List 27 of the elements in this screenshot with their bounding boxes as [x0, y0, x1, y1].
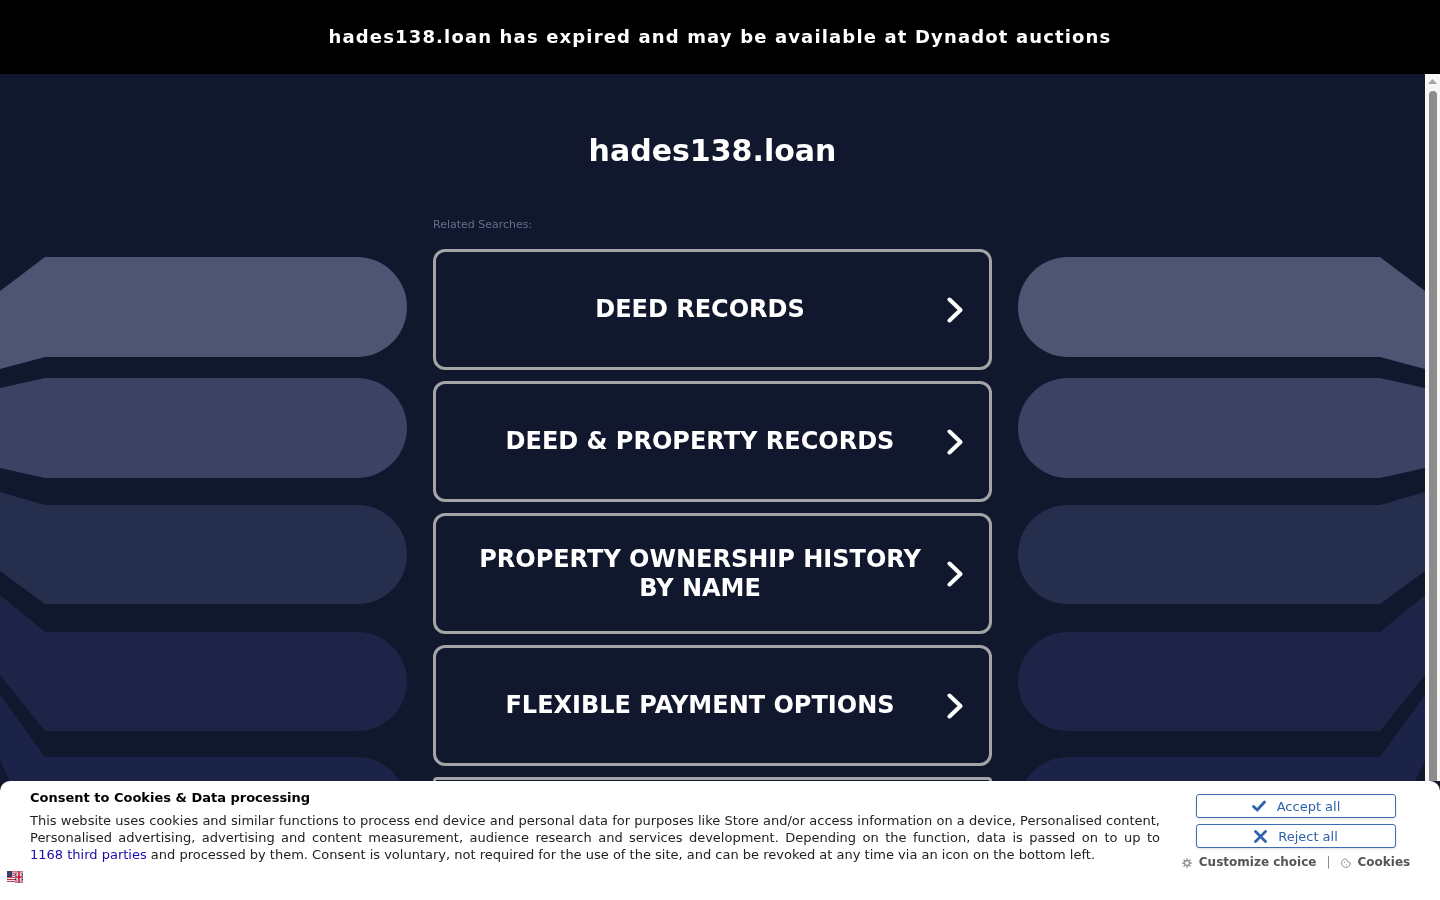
- search-link[interactable]: PROPERTY OWNERSHIP HISTORY BY NAME: [433, 513, 992, 634]
- third-parties-link[interactable]: 1168 third parties: [30, 847, 147, 862]
- link-separator: |: [1326, 854, 1331, 871]
- check-icon: [1251, 800, 1266, 812]
- banner-text: hades138.loan has expired and may be available at Dynadot auctions: [328, 26, 1112, 48]
- gear-icon: [1181, 857, 1192, 868]
- related-searches-label: Related Searches:: [433, 218, 533, 232]
- cookies-link[interactable]: Cookies: [1357, 854, 1411, 871]
- scrollbar-thumb[interactable]: [1428, 91, 1437, 781]
- scrollbar[interactable]: [1425, 74, 1440, 781]
- chevron-right-icon: [947, 692, 963, 719]
- search-link[interactable]: DEED RECORDS: [433, 249, 992, 370]
- flag-icon[interactable]: [7, 871, 23, 883]
- accept-all-button[interactable]: Accept all: [1196, 794, 1396, 818]
- consent-title: Consent to Cookies & Data processing: [30, 789, 312, 806]
- search-link[interactable]: FLEXIBLE PAYMENT OPTIONS: [433, 645, 992, 766]
- search-link[interactable]: DEED & PROPERTY RECORDS: [433, 381, 992, 502]
- chevron-right-icon: [947, 560, 963, 587]
- cookie-icon: [1340, 857, 1351, 868]
- close-icon: [1254, 829, 1268, 843]
- chevron-right-icon: [947, 428, 963, 455]
- customize-choice-link[interactable]: Customize choice: [1198, 854, 1317, 871]
- scroll-up-arrow-icon[interactable]: [1428, 79, 1437, 84]
- consent-text: This website uses cookies and similar functions to process end device and personal data for purposes like Store and/or access information on a device, Personalised content, Personalised advertising, advertising and content measurement, audience research and services development. Depending on the function, data is passed on to up to 1168 third parties and processed by them. Consent is voluntary, not required for the use of the site, and can be revoked at any time via an icon on the bottom left.: [30, 812, 1160, 863]
- reject-all-button[interactable]: Reject all: [1196, 824, 1396, 848]
- chevron-right-icon: [947, 296, 963, 323]
- domain-title: hades138.loan: [588, 133, 837, 169]
